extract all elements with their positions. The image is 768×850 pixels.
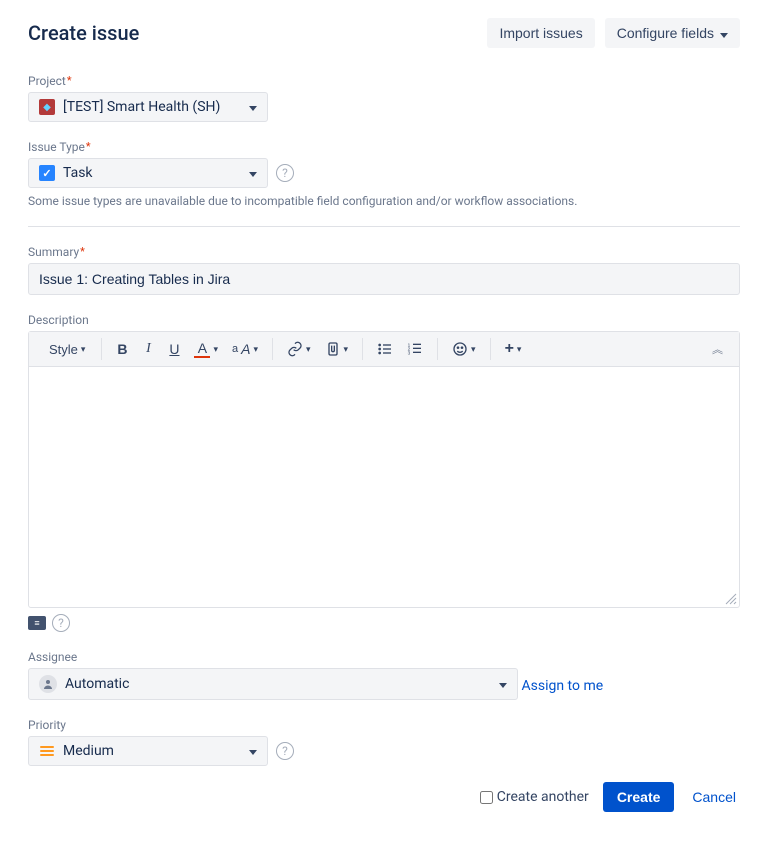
toolbar-divider	[362, 338, 363, 360]
create-another-checkbox[interactable]	[480, 791, 493, 804]
more-formatting-button[interactable]: aA ▾	[226, 337, 264, 361]
chevron-down-icon	[720, 25, 728, 41]
configure-fields-label: Configure fields	[617, 25, 714, 41]
chevron-down-icon	[249, 743, 257, 759]
attachment-button[interactable]: ▾	[319, 337, 355, 361]
cancel-button[interactable]: Cancel	[688, 782, 740, 812]
create-button[interactable]: Create	[603, 782, 675, 812]
person-icon	[39, 675, 57, 693]
bold-button[interactable]: B	[110, 337, 134, 361]
summary-input[interactable]	[28, 263, 740, 295]
import-issues-button[interactable]: Import issues	[487, 18, 594, 48]
priority-label: Priority	[28, 718, 740, 732]
configure-fields-button[interactable]: Configure fields	[605, 18, 740, 48]
project-avatar-icon: ◆	[39, 99, 55, 115]
toolbar-divider	[437, 338, 438, 360]
issue-type-hint: Some issue types are unavailable due to …	[28, 194, 740, 208]
create-another-checkbox-wrap[interactable]: Create another	[480, 789, 589, 805]
chevron-down-icon	[499, 676, 507, 692]
underline-button[interactable]: U	[162, 337, 186, 361]
description-editor: Style ▾ B I U A ▾ aA ▾	[28, 331, 740, 608]
project-select[interactable]: ◆ [TEST] Smart Health (SH)	[28, 92, 268, 122]
project-value: [TEST] Smart Health (SH)	[63, 99, 220, 115]
priority-value: Medium	[63, 743, 114, 759]
bullet-list-button[interactable]	[371, 337, 399, 361]
project-label: Project	[28, 74, 740, 88]
section-divider	[28, 226, 740, 227]
help-icon[interactable]: ?	[276, 742, 294, 760]
style-dropdown[interactable]: Style ▾	[41, 338, 93, 361]
chevron-down-icon	[249, 99, 257, 115]
toolbar-divider	[272, 338, 273, 360]
insert-more-button[interactable]: + ▾	[499, 336, 528, 362]
visual-mode-icon[interactable]: ≡	[28, 616, 46, 630]
numbered-list-button[interactable]: 123	[401, 337, 429, 361]
task-icon: ✓	[39, 165, 55, 181]
assignee-select[interactable]: Automatic	[28, 668, 518, 700]
priority-select[interactable]: Medium	[28, 736, 268, 766]
style-label: Style	[49, 342, 78, 357]
toolbar-divider	[490, 338, 491, 360]
description-textarea[interactable]	[29, 367, 739, 607]
issue-type-value: Task	[63, 165, 93, 181]
priority-medium-icon	[39, 743, 55, 759]
page-title: Create issue	[28, 21, 139, 45]
assign-to-me-link[interactable]: Assign to me	[521, 678, 603, 694]
summary-label: Summary	[28, 245, 740, 259]
help-icon[interactable]: ?	[52, 614, 70, 632]
italic-button[interactable]: I	[136, 337, 160, 361]
create-another-label: Create another	[497, 789, 589, 805]
resize-handle-icon[interactable]	[725, 593, 737, 605]
assignee-label: Assignee	[28, 650, 740, 664]
help-icon[interactable]: ?	[276, 164, 294, 182]
description-label: Description	[28, 313, 740, 327]
assignee-value: Automatic	[65, 676, 129, 692]
chevron-down-icon	[249, 165, 257, 181]
import-issues-label: Import issues	[499, 25, 582, 41]
emoji-button[interactable]: ▾	[446, 337, 482, 361]
toolbar-divider	[101, 338, 102, 360]
issue-type-select[interactable]: ✓ Task	[28, 158, 268, 188]
svg-text:3: 3	[408, 350, 411, 355]
text-color-button[interactable]: A ▾	[188, 336, 224, 362]
editor-toolbar: Style ▾ B I U A ▾ aA ▾	[29, 332, 739, 367]
collapse-toolbar-button[interactable]: ︽	[706, 337, 733, 361]
issue-type-label: Issue Type	[28, 140, 740, 154]
link-button[interactable]: ▾	[281, 337, 317, 361]
